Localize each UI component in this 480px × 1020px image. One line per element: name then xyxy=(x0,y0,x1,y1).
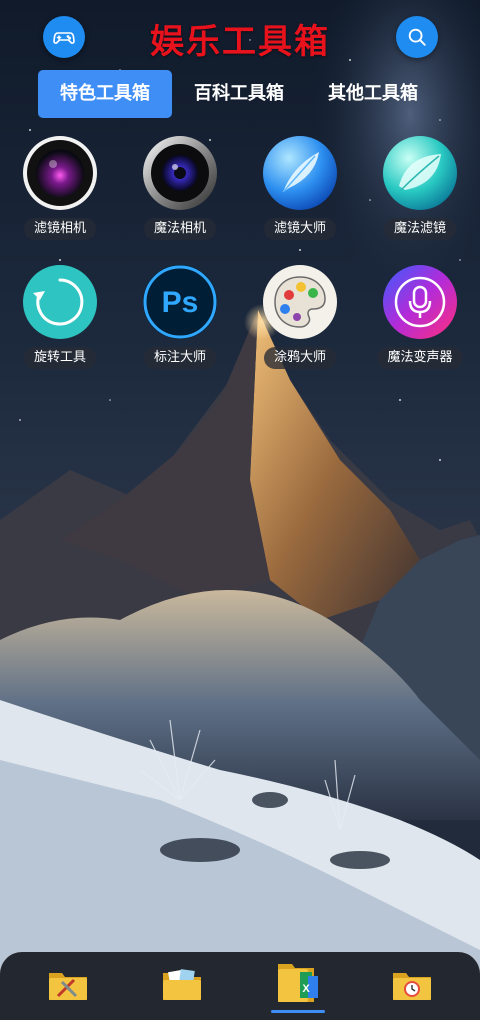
tool-annotate[interactable]: Ps 标注大师 xyxy=(120,265,240,369)
svg-text:X: X xyxy=(302,983,310,995)
tool-filter-master[interactable]: 滤镜大师 xyxy=(240,136,360,240)
tool-label: 魔法变声器 xyxy=(377,347,463,369)
tool-label: 滤镜相机 xyxy=(23,218,96,240)
microphone-icon xyxy=(383,265,457,339)
tool-label: 涂鸦大师 xyxy=(263,347,336,369)
tool-label: 魔法滤镜 xyxy=(383,218,456,240)
nav-office[interactable]: X xyxy=(274,958,322,1010)
tool-label: 标注大师 xyxy=(143,347,216,369)
rotate-icon xyxy=(23,265,97,339)
tools-folder-icon xyxy=(49,973,87,1000)
category-tabs: 特色工具箱 百科工具箱 其他工具箱 xyxy=(0,70,480,118)
camera-lens-blue-icon xyxy=(143,136,217,210)
tool-label: 滤镜大师 xyxy=(263,218,336,240)
nav-photos[interactable] xyxy=(160,964,208,1008)
leaf-icon xyxy=(383,136,457,210)
tool-magic-camera[interactable]: 魔法相机 xyxy=(120,136,240,240)
tool-rotate[interactable]: 旋转工具 xyxy=(0,265,120,369)
bottom-navigation: X xyxy=(0,952,480,1020)
tab-other[interactable]: 其他工具箱 xyxy=(306,70,440,118)
tool-filter-camera[interactable]: 滤镜相机 xyxy=(0,136,120,240)
feather-icon xyxy=(263,136,337,210)
active-tab-indicator xyxy=(271,1010,325,1013)
nav-clock[interactable] xyxy=(390,964,438,1008)
tab-featured[interactable]: 特色工具箱 xyxy=(38,70,172,118)
ps-icon: Ps xyxy=(143,265,217,339)
tool-voice-changer[interactable]: 魔法变声器 xyxy=(360,265,480,369)
tool-label: 旋转工具 xyxy=(23,347,96,369)
tool-label: 魔法相机 xyxy=(143,218,216,240)
clock-folder-icon xyxy=(393,973,431,1000)
tab-encyclopedia[interactable]: 百科工具箱 xyxy=(172,70,306,118)
svg-text:Ps: Ps xyxy=(162,286,199,319)
search-button[interactable] xyxy=(396,16,438,58)
tool-doodle[interactable]: 涂鸦大师 xyxy=(240,265,360,369)
nav-tools[interactable] xyxy=(46,964,94,1008)
photos-folder-icon xyxy=(163,969,201,1000)
palette-icon xyxy=(263,265,337,339)
office-folder-icon: X xyxy=(278,964,318,1002)
camera-lens-purple-icon xyxy=(23,136,97,210)
tool-magic-filter[interactable]: 魔法滤镜 xyxy=(360,136,480,240)
search-icon xyxy=(408,28,426,46)
